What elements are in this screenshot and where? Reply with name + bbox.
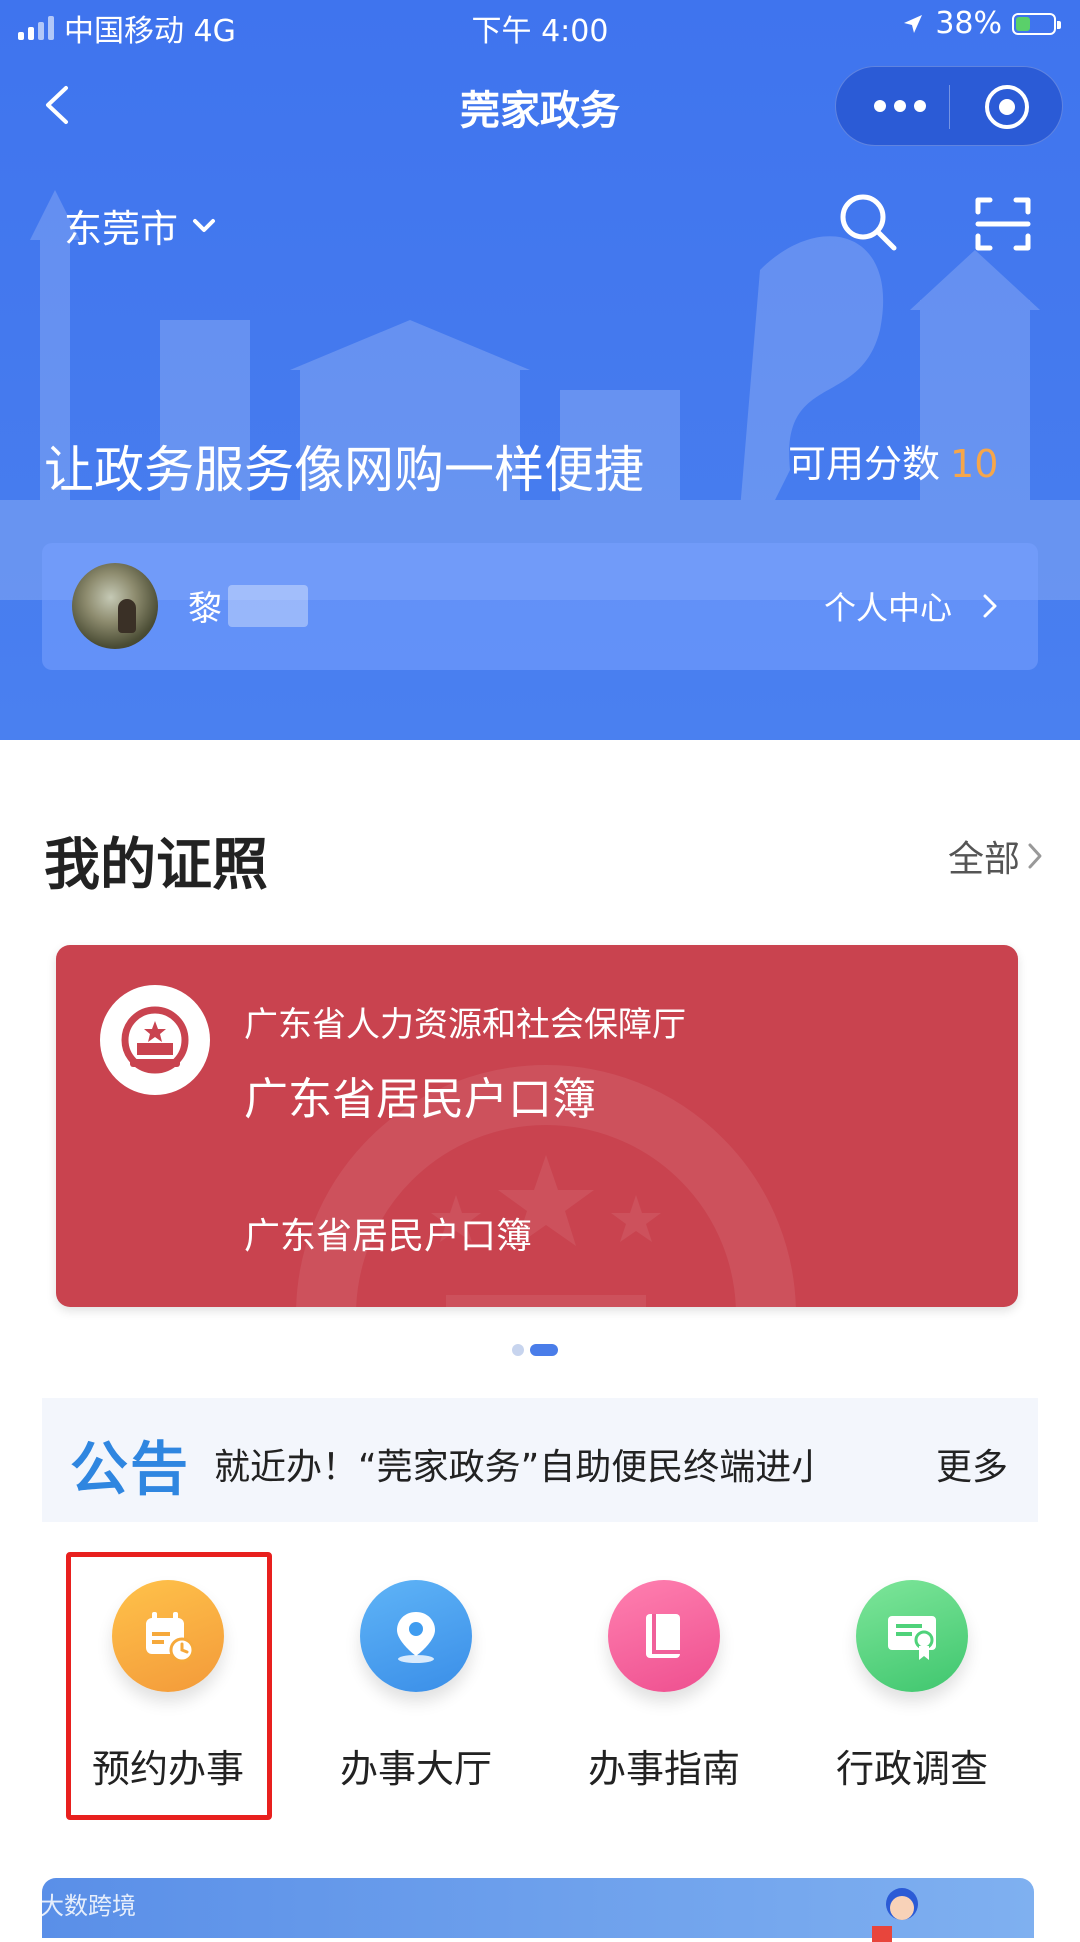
chevron-right-icon <box>1028 843 1042 869</box>
service-survey[interactable]: 行政调查 <box>812 1560 1012 1793</box>
highlight-annotation-box <box>66 1552 272 1820</box>
score-label: 可用分数 <box>788 442 941 486</box>
personal-center-link[interactable]: 个人中心 <box>824 583 998 629</box>
notice-tag: 公告 <box>70 1435 191 1503</box>
service-icon-bg <box>360 1580 472 1692</box>
notice-more-link[interactable]: 更多 <box>936 1438 1008 1490</box>
city-selector[interactable]: 东莞市 <box>64 198 216 253</box>
all-label: 全部 <box>947 839 1020 880</box>
promo-banner[interactable] <box>42 1878 1034 1942</box>
score-value: 10 <box>950 442 999 486</box>
search-icon[interactable] <box>836 190 900 254</box>
battery-percent: 38% <box>935 6 1002 41</box>
service-label: 行政调查 <box>835 1747 988 1791</box>
hero-header: 中国移动 4G 下午 4:00 38% 莞家政务 东莞市 让政务服务像网购一样便… <box>0 0 1080 740</box>
watermark-text: 大数跨境 <box>40 1892 136 1920</box>
capsule-divider <box>949 85 950 129</box>
person-illustration-icon <box>872 1888 918 1942</box>
scan-icon[interactable] <box>974 196 1032 252</box>
licenses-all-link[interactable]: 全部 <box>948 830 1044 882</box>
book-icon <box>646 1614 680 1658</box>
watermark-logo-icon <box>9 1896 33 1911</box>
avatar <box>72 563 158 649</box>
certificate-icon <box>888 1616 936 1660</box>
license-name: 广东省居民户口簿 <box>244 1074 596 1125</box>
carousel-indicator <box>512 1344 558 1356</box>
license-card[interactable]: 广东省人力资源和社会保障厅 广东省居民户口簿 广东省居民户口簿 <box>56 945 1018 1307</box>
more-dots-icon[interactable] <box>868 91 932 121</box>
notice-bar[interactable]: 公告 就近办！“莞家政务”自助便民终端进小区… 更多 <box>42 1398 1038 1522</box>
license-issuer: 广东省人力资源和社会保障厅 <box>244 1005 686 1045</box>
battery-icon <box>1012 12 1061 35</box>
licenses-section-title: 我的证照 <box>44 833 268 898</box>
chevron-right-icon <box>983 594 997 618</box>
notice-text[interactable]: 就近办！“莞家政务”自助便民终端进小区… <box>214 1438 814 1490</box>
service-guide[interactable]: 办事指南 <box>564 1560 764 1793</box>
status-bar: 中国移动 4G 下午 4:00 38% <box>0 0 1080 52</box>
user-name: 黎 <box>188 581 308 630</box>
service-icon-bg <box>856 1580 968 1692</box>
city-label: 东莞市 <box>64 207 179 251</box>
location-arrow-icon <box>904 14 923 33</box>
service-icon-bg <box>608 1580 720 1692</box>
name-redaction <box>228 584 308 627</box>
personal-center-label: 个人中心 <box>823 589 952 627</box>
carousel-dot[interactable] <box>512 1344 524 1356</box>
chevron-down-icon <box>193 218 216 232</box>
service-hall[interactable]: 办事大厅 <box>316 1560 516 1793</box>
license-subtitle: 广东省居民户口簿 <box>244 1216 533 1257</box>
watermark: 大数跨境 <box>8 1886 136 1921</box>
score-display[interactable]: 可用分数 10 <box>788 433 998 488</box>
miniprogram-capsule <box>835 66 1063 146</box>
nav-bar: 莞家政务 <box>0 60 1080 152</box>
close-target-icon[interactable] <box>981 81 1033 133</box>
service-label: 办事大厅 <box>339 1747 492 1791</box>
location-pin-icon <box>397 1612 435 1663</box>
status-right: 38% <box>901 6 1061 41</box>
user-card[interactable]: 黎 个人中心 <box>42 543 1038 670</box>
user-name-text: 黎 <box>188 589 222 629</box>
slogan-text: 让政务服务像网购一样便捷 <box>44 441 644 499</box>
service-label: 办事指南 <box>587 1747 740 1791</box>
carousel-dot-active[interactable] <box>530 1344 558 1356</box>
emblem-logo <box>100 985 210 1095</box>
emblem-icon <box>121 1006 189 1074</box>
